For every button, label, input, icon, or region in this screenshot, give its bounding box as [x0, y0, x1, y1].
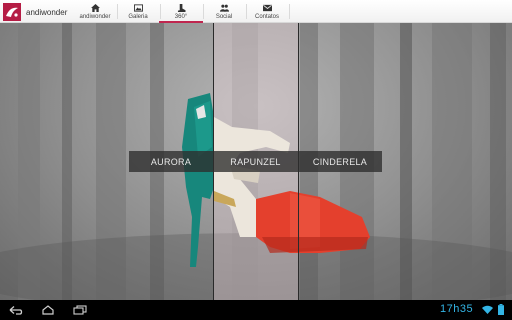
- product-aurora-button[interactable]: AURORA: [129, 151, 213, 172]
- shoe-image[interactable]: [170, 87, 380, 277]
- product-cinderela-button[interactable]: CINDERELA: [298, 151, 382, 172]
- product-stage: AURORA RAPUNZEL CINDERELA: [0, 23, 512, 300]
- recent-apps-icon[interactable]: [73, 305, 87, 315]
- tab-label: andiwonder: [79, 14, 111, 20]
- tab-label: Contatos: [254, 14, 279, 20]
- system-nav-bar: 17h35: [0, 300, 512, 320]
- battery-icon: [498, 304, 504, 315]
- brand-name: andiwonder: [26, 7, 68, 17]
- tab-social[interactable]: Social: [202, 0, 246, 23]
- andiwonder-logo-icon: [3, 3, 21, 21]
- brand[interactable]: andiwonder: [3, 2, 67, 22]
- home-icon[interactable]: [41, 305, 55, 315]
- tab-label: Social: [215, 14, 233, 20]
- tab-galeria[interactable]: Galeria: [116, 0, 160, 23]
- tab-contatos[interactable]: Contatos: [245, 0, 289, 23]
- mail-icon: [262, 4, 272, 12]
- status-clock: 17h35: [440, 303, 474, 315]
- people-icon: [219, 4, 229, 12]
- tab-360[interactable]: 360°: [159, 0, 203, 23]
- boot-icon: [177, 4, 185, 12]
- tab-label: 360°: [174, 14, 188, 20]
- image-icon: [133, 4, 143, 12]
- product-selector: AURORA RAPUNZEL CINDERELA: [129, 151, 382, 172]
- home-icon: [90, 4, 100, 12]
- tab-andiwonder[interactable]: andiwonder: [73, 0, 117, 23]
- product-rapunzel-button[interactable]: RAPUNZEL: [213, 151, 298, 172]
- back-icon[interactable]: [9, 305, 23, 315]
- tab-divider: [289, 4, 290, 19]
- tab-label: Galeria: [128, 14, 148, 20]
- wifi-icon: [482, 305, 493, 314]
- action-bar: andiwonder andiwonder Galeria 360° Socia…: [0, 0, 512, 23]
